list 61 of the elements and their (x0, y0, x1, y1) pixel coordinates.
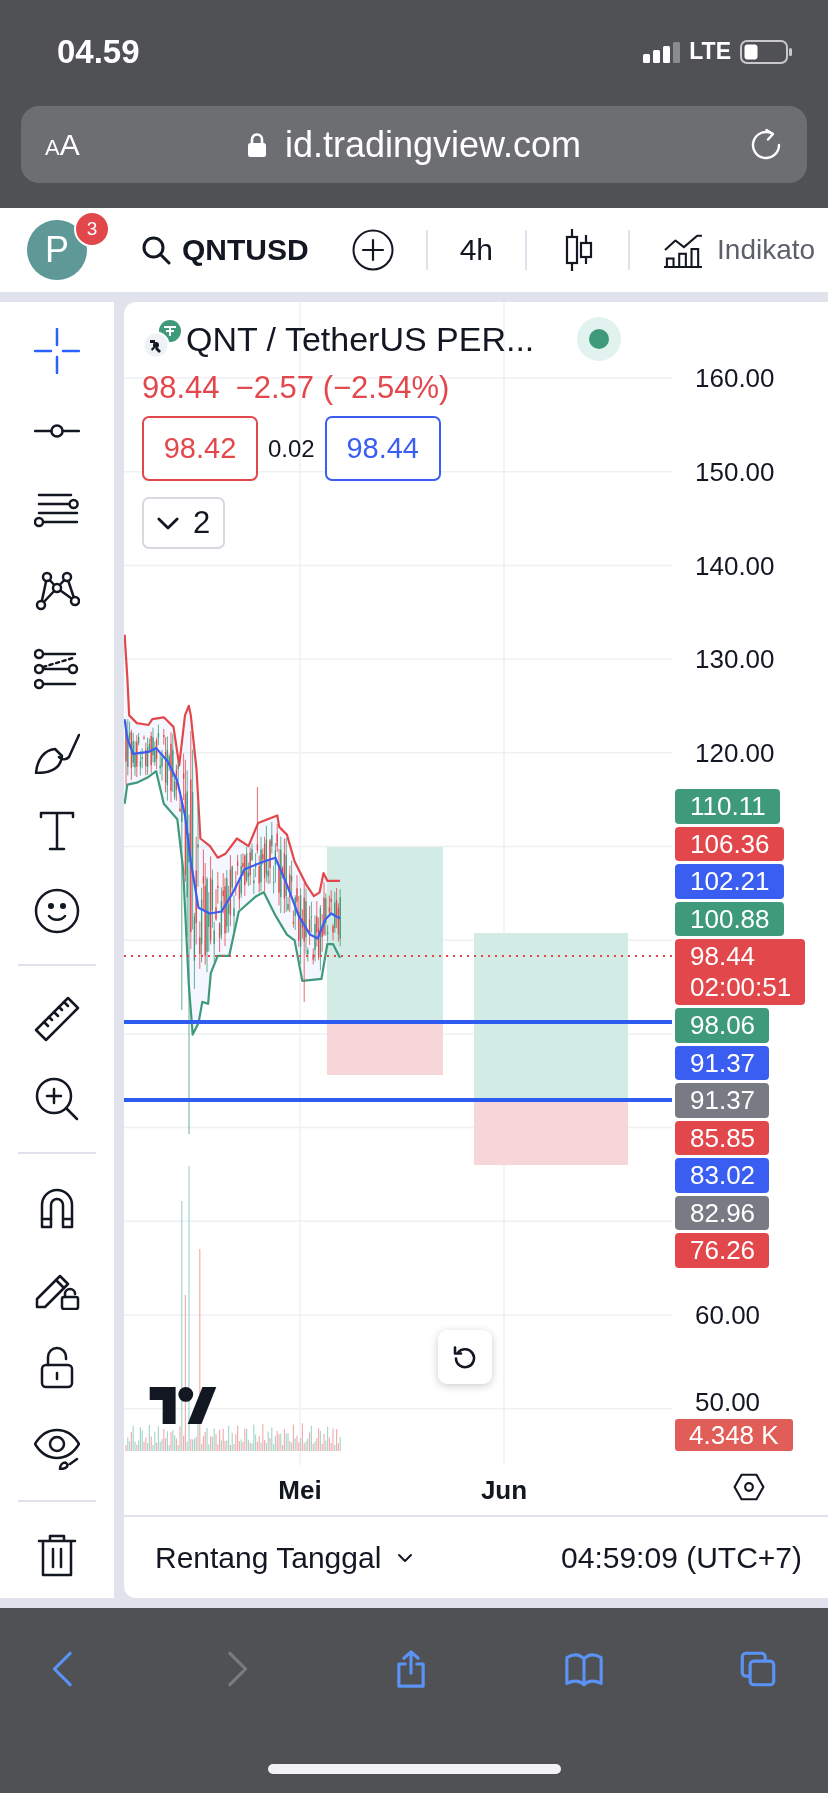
last-price: 98.44 (142, 370, 220, 406)
ruler-icon (34, 996, 80, 1042)
symbol-title: QNT / TetherUS PER... (186, 319, 535, 359)
network-type: LTE (689, 38, 731, 65)
zoom-in-icon (34, 1076, 80, 1122)
price-tag: 110.11 (675, 789, 780, 824)
price-label: 98.44 (690, 941, 757, 972)
price-tag: 98.06 (675, 1008, 770, 1043)
crosshair-icon (34, 328, 80, 374)
sell-button[interactable]: 98.42 (142, 416, 258, 481)
price-tag: 100.88 (675, 901, 784, 936)
lock-icon (246, 131, 267, 158)
chevron-down-icon (157, 516, 179, 530)
price-axis-label: 120.00 (695, 738, 775, 768)
address-bar[interactable]: AA id.tradingview.com (21, 106, 807, 183)
price-tag: 102.21 (675, 864, 784, 899)
reload-icon[interactable] (749, 127, 783, 162)
status-time: 04.59 (57, 32, 140, 71)
price-tag: 91.37 (675, 1083, 770, 1118)
notification-count: 3 (74, 211, 110, 247)
price-axis-label: 60.00 (695, 1300, 761, 1330)
url-text: id.tradingview.com (284, 123, 582, 166)
signal-icon (643, 40, 681, 63)
add-symbol-icon[interactable] (351, 229, 394, 271)
price-axis-label: 130.00 (695, 644, 775, 674)
price-tag: 76.26 (675, 1233, 770, 1268)
date-range-button[interactable]: Rentang Tanggal (155, 1540, 414, 1575)
coin-pair-icon (142, 319, 184, 359)
price-axis-label: 50.00 (695, 1387, 761, 1417)
battery-icon (740, 39, 792, 64)
chart-bars-icon (663, 232, 704, 268)
price-tag: 106.36 (675, 826, 784, 861)
time-axis-label: Mei (278, 1474, 322, 1506)
price-tag: 82.96 (675, 1195, 770, 1230)
search-icon (141, 235, 171, 265)
timezone-clock[interactable]: 04:59:09 (UTC+7) (561, 1540, 802, 1575)
candles-icon[interactable] (564, 228, 595, 272)
countdown-timer: 02:00:51 (690, 972, 792, 1003)
time-axis-label: Jun (480, 1474, 528, 1506)
price-axis-label: 140.00 (695, 551, 775, 581)
reset-chart-button[interactable] (438, 1330, 492, 1384)
price-tag: 91.37 (675, 1045, 770, 1080)
buy-button[interactable]: 98.44 (324, 416, 441, 481)
spread-value: 0.02 (268, 434, 315, 463)
price-change: −2.57 (−2.54%) (235, 370, 450, 406)
logo-icon (149, 1387, 217, 1424)
smiley-icon (34, 888, 80, 934)
avatar-button[interactable]: P (27, 220, 87, 280)
price-tag: 83.02 (675, 1158, 770, 1193)
settings-icon[interactable] (733, 1473, 765, 1501)
chevron-down-icon (397, 1552, 414, 1563)
price-axis-label: 150.00 (695, 457, 775, 487)
market-status-icon (576, 316, 623, 362)
price-tag: 85.85 (675, 1120, 770, 1155)
symbol-search-button[interactable]: QNTUSD (141, 233, 309, 267)
volume-tag: 4.348 K (675, 1419, 793, 1451)
price-axis-label: 160.00 (695, 363, 775, 393)
indicators-button[interactable]: Indikato (663, 232, 816, 268)
indicators-toggle-button[interactable]: 2 (142, 497, 226, 549)
text-size-button[interactable]: AA (45, 127, 105, 162)
interval-button[interactable]: 4h (459, 233, 494, 267)
